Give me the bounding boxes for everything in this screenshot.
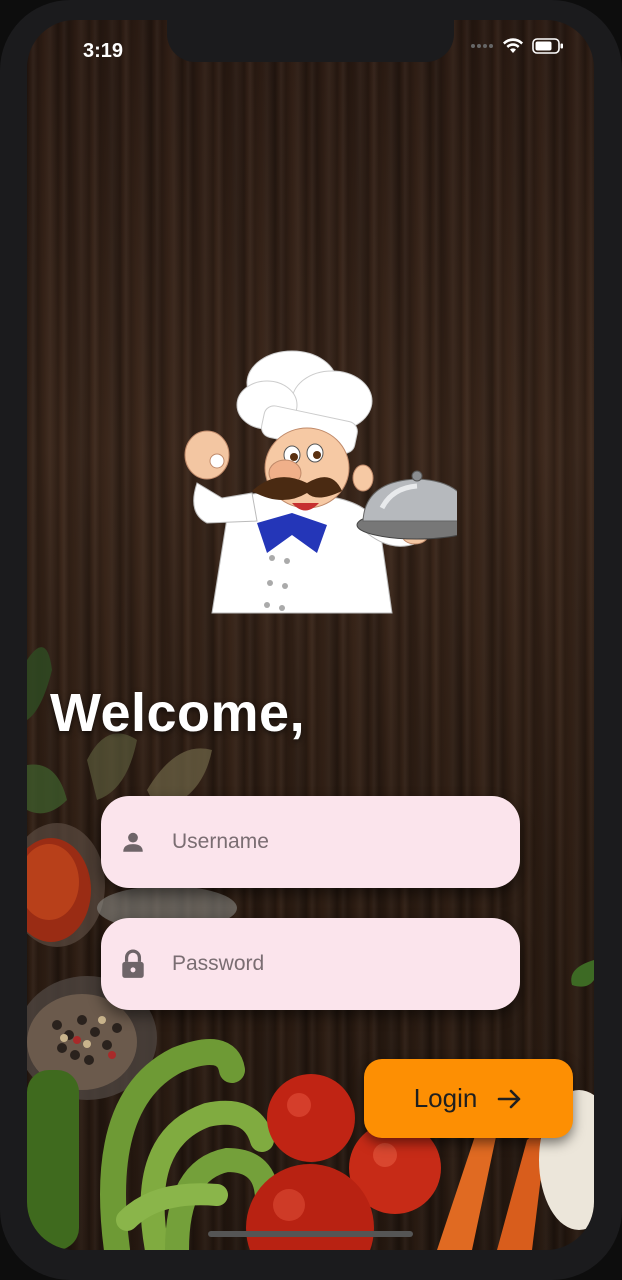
battery-icon xyxy=(532,38,563,54)
wifi-icon xyxy=(503,38,523,53)
status-time: 3:19 xyxy=(83,40,124,62)
login-button[interactable]: Login xyxy=(364,1059,573,1138)
welcome-title: Welcome, xyxy=(50,683,306,743)
signal-icon xyxy=(471,44,493,48)
login-button-label: Login xyxy=(413,1083,478,1113)
phone-frame: 3:19 Welcome, Username Login xyxy=(0,0,622,1280)
person-icon xyxy=(118,827,148,857)
username-input[interactable] xyxy=(170,829,494,855)
notch xyxy=(167,20,454,62)
login-screen: 3:19 Welcome, Username Login xyxy=(27,20,594,1250)
home-indicator[interactable] xyxy=(208,1231,413,1237)
password-field[interactable] xyxy=(101,918,520,1010)
status-icons xyxy=(470,38,564,54)
lock-icon xyxy=(118,949,148,979)
password-input[interactable] xyxy=(170,951,494,977)
username-field[interactable] xyxy=(101,796,520,888)
arrow-right-icon xyxy=(498,1089,521,1108)
chef-mascot xyxy=(184,350,457,614)
